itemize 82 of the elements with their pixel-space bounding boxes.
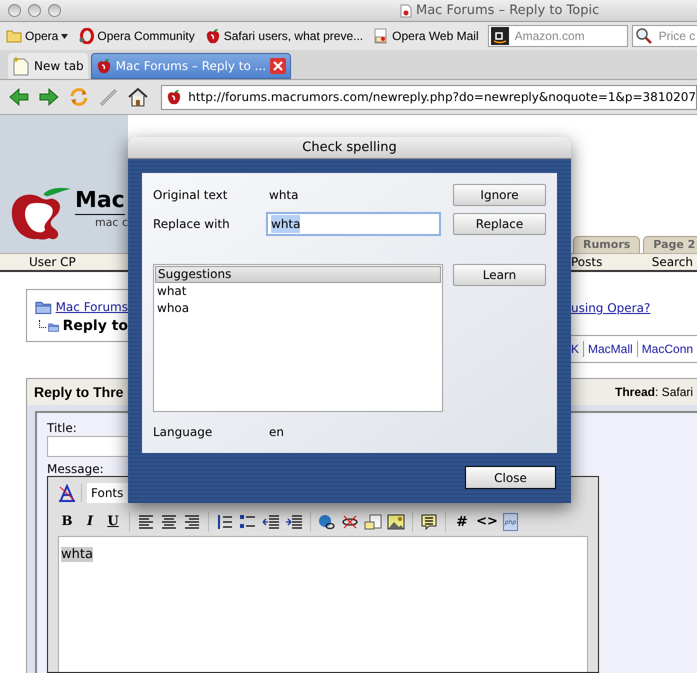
toolbar-separator xyxy=(129,512,130,532)
bullet-list-icon[interactable] xyxy=(239,514,257,530)
tree-connector xyxy=(39,320,46,328)
bookmark-link[interactable]: Safari users, what preve... xyxy=(204,27,364,45)
message-text: whta xyxy=(61,547,93,562)
folder-icon xyxy=(6,29,22,43)
address-field[interactable]: http://forums.macrumors.com/newreply.php?do=newreply&noquote=1&p=3810207 xyxy=(161,84,697,110)
reload-icon[interactable] xyxy=(68,86,90,108)
globe-link-icon[interactable] xyxy=(318,514,336,530)
unlink-icon[interactable] xyxy=(341,514,359,530)
speech-bubble-icon[interactable] xyxy=(420,514,438,530)
nav-link[interactable]: Posts xyxy=(571,253,602,271)
field-label: Message: xyxy=(47,462,104,476)
forward-arrow-icon[interactable] xyxy=(38,87,60,107)
sponsor-link[interactable]: MacMall xyxy=(588,340,633,358)
numbered-list-icon[interactable] xyxy=(216,514,234,530)
field-label: Replace with xyxy=(153,216,231,233)
align-right-icon[interactable] xyxy=(183,514,201,530)
suggestion-item[interactable]: whoa xyxy=(155,300,441,317)
window-control-button[interactable] xyxy=(8,4,21,17)
opera-logo-icon xyxy=(78,28,94,44)
apple-logo-icon xyxy=(204,28,221,44)
outdent-icon[interactable] xyxy=(262,514,280,530)
envelope-icon xyxy=(373,28,390,44)
sponsor-link[interactable]: K xyxy=(571,340,580,358)
thread-link[interactable]: using Opera? xyxy=(571,299,650,317)
toolbar-separator xyxy=(445,512,446,532)
search-icon xyxy=(634,27,653,45)
caret-icon xyxy=(61,34,68,38)
new-page-icon xyxy=(12,56,30,76)
window-control-button[interactable] xyxy=(48,4,61,17)
dialog-button[interactable]: Learn xyxy=(453,264,546,286)
dialog-button[interactable]: Replace xyxy=(453,213,546,235)
field-label: Title: xyxy=(47,421,77,435)
breadcrumb-link[interactable]: Mac Forums xyxy=(56,298,128,316)
bold-button[interactable]: B xyxy=(58,512,76,532)
window-title: Mac Forums – Reply to Topic xyxy=(416,2,600,20)
bookmark-folder[interactable]: Opera xyxy=(5,27,70,45)
toolbar-separator xyxy=(412,512,413,532)
site-logo-text: Mac xyxy=(74,188,125,214)
apple-logo-icon xyxy=(96,58,112,74)
toolbar-separator xyxy=(208,512,209,532)
indent-icon[interactable] xyxy=(285,514,303,530)
bookmark-link[interactable]: Opera Web Mail xyxy=(372,27,480,45)
align-center-icon[interactable] xyxy=(160,514,178,530)
breadcrumb-current: Reply to xyxy=(62,317,128,336)
image-icon[interactable] xyxy=(387,514,405,530)
dialog-button[interactable]: Ignore xyxy=(453,184,546,206)
language-value: en xyxy=(269,424,284,441)
hash-button[interactable]: # xyxy=(453,512,471,532)
italic-button[interactable]: I xyxy=(81,512,99,532)
dialog-title: Check spelling xyxy=(302,138,397,157)
sponsor-link[interactable]: MacConn xyxy=(642,340,694,358)
replace-field[interactable]: whta xyxy=(266,212,441,236)
close-button[interactable]: Close xyxy=(465,466,556,489)
apple-logo-icon xyxy=(166,89,182,105)
folder-icon xyxy=(35,299,52,315)
suggestion-item[interactable]: what xyxy=(155,283,441,300)
original-word: whta xyxy=(269,187,300,204)
toolbar-separator xyxy=(310,512,311,532)
close-icon[interactable] xyxy=(270,58,286,74)
nav-link[interactable]: User CP xyxy=(29,255,76,269)
field-label: Original text xyxy=(153,187,228,204)
message-editor[interactable]: whta xyxy=(58,536,588,672)
site-tab[interactable]: Page 2 xyxy=(643,236,697,253)
field-label: Language xyxy=(153,424,214,441)
document-icon xyxy=(400,4,412,18)
font-color-icon[interactable] xyxy=(58,484,76,502)
window-control-button[interactable] xyxy=(28,4,41,17)
bookmark-link[interactable]: Opera Community xyxy=(77,27,196,45)
browser-tab[interactable]: New tab xyxy=(8,53,88,79)
list-header: Suggestions xyxy=(155,266,441,283)
nav-link[interactable]: Search xyxy=(652,253,693,271)
thread-name: Thread: Safari xyxy=(615,384,694,401)
underline-button[interactable]: U xyxy=(104,512,122,532)
site-tagline: mac c xyxy=(94,214,128,230)
code-button[interactable]: <> xyxy=(476,512,498,532)
home-icon[interactable] xyxy=(127,86,150,108)
back-arrow-icon[interactable] xyxy=(8,87,30,107)
align-left-icon[interactable] xyxy=(137,514,155,530)
panel-title: Reply to Thre xyxy=(33,382,124,402)
site-tab[interactable]: Rumors xyxy=(573,236,640,253)
